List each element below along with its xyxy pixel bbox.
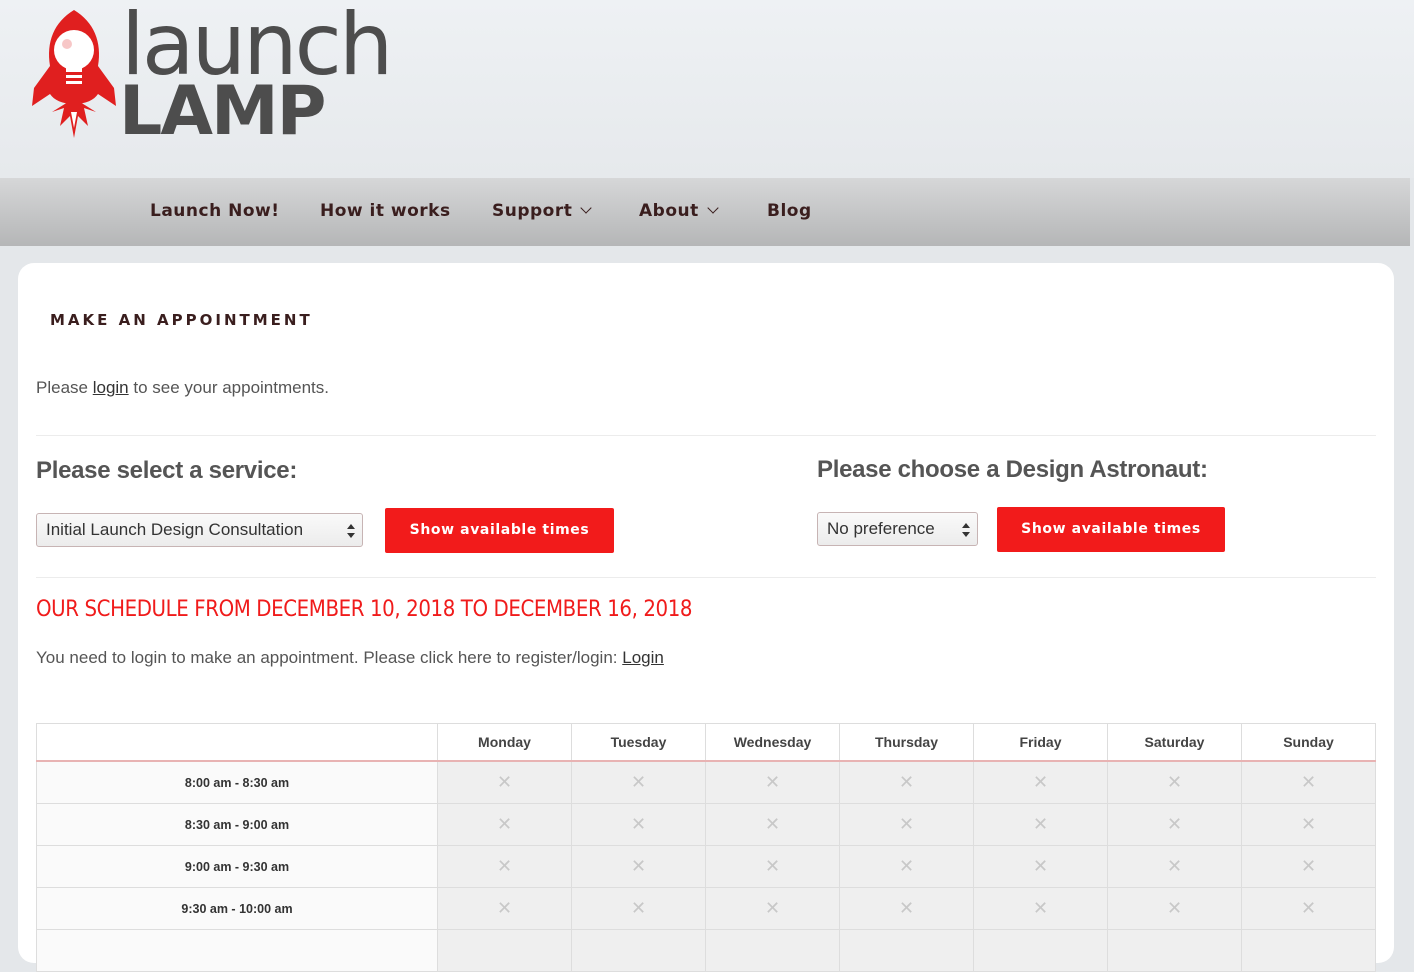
schedule-header-row: Monday Tuesday Wednesday Thursday Friday… [36, 723, 1376, 762]
astronaut-show-times-button[interactable]: Show available times [997, 507, 1225, 552]
day-header: Tuesday [571, 723, 706, 762]
unavailable-icon: ✕ [839, 760, 974, 804]
unavailable-icon: ✕ [1241, 803, 1376, 846]
schedule-login-text: You need to login to make an appointment… [36, 648, 618, 667]
slot-cell [839, 929, 974, 972]
launchlamp-logo[interactable]: launch LAMP [24, 2, 393, 151]
nav-label: About [639, 201, 699, 221]
time-slot-label: 9:00 am - 9:30 am [36, 845, 438, 888]
unavailable-icon: ✕ [437, 760, 572, 804]
unavailable-icon: ✕ [705, 845, 840, 888]
table-row: 8:30 am - 9:00 am ✕ ✕ ✕ ✕ ✕ ✕ ✕ [36, 803, 1376, 846]
astronaut-select-value: No preference [827, 519, 935, 538]
service-show-times-button[interactable]: Show available times [385, 508, 614, 553]
unavailable-icon: ✕ [437, 803, 572, 846]
slot-cell [705, 929, 840, 972]
table-row: 8:00 am - 8:30 am ✕ ✕ ✕ ✕ ✕ ✕ ✕ [36, 760, 1376, 804]
unavailable-icon: ✕ [705, 803, 840, 846]
nav-about[interactable]: About [639, 178, 719, 246]
nav-support[interactable]: Support [492, 178, 593, 246]
schedule-table: Monday Tuesday Wednesday Thursday Friday… [36, 723, 1376, 972]
schedule-title: OUR SCHEDULE FROM DECEMBER 10, 2018 TO D… [36, 597, 693, 622]
chevron-down-icon [707, 202, 719, 214]
day-header: Thursday [839, 723, 974, 762]
nav-label: Blog [767, 201, 812, 221]
unavailable-icon: ✕ [1241, 887, 1376, 930]
login-note-prefix: Please [36, 378, 88, 397]
divider [36, 435, 1376, 436]
table-row: 9:30 am - 10:00 am ✕ ✕ ✕ ✕ ✕ ✕ ✕ [36, 887, 1376, 930]
unavailable-icon: ✕ [571, 845, 706, 888]
rocket-bulb-icon [32, 10, 116, 138]
service-select[interactable]: Initial Launch Design Consultation [36, 513, 363, 547]
time-slot-label [36, 929, 438, 972]
time-slot-label: 8:00 am - 8:30 am [36, 760, 438, 804]
unavailable-icon: ✕ [1241, 760, 1376, 804]
schedule-login-link[interactable]: Login [622, 648, 664, 667]
unavailable-icon: ✕ [1107, 887, 1242, 930]
time-slot-label: 9:30 am - 10:00 am [36, 887, 438, 930]
logo-text-lamp: LAMP [119, 72, 326, 151]
unavailable-icon: ✕ [839, 845, 974, 888]
table-row: 9:00 am - 9:30 am ✕ ✕ ✕ ✕ ✕ ✕ ✕ [36, 845, 1376, 888]
unavailable-icon: ✕ [705, 887, 840, 930]
site-header: launch LAMP [0, 0, 1414, 178]
chevron-down-icon [580, 202, 593, 214]
astronaut-select[interactable]: No preference [817, 512, 978, 546]
main-nav: Launch Now! How it works Support About B… [0, 178, 1410, 246]
unavailable-icon: ✕ [437, 845, 572, 888]
nav-how-it-works[interactable]: How it works [320, 178, 451, 246]
unavailable-icon: ✕ [1107, 760, 1242, 804]
nav-launch-now[interactable]: Launch Now! [150, 178, 279, 246]
table-row [36, 929, 1376, 972]
unavailable-icon: ✕ [973, 845, 1108, 888]
unavailable-icon: ✕ [1107, 845, 1242, 888]
unavailable-icon: ✕ [973, 887, 1108, 930]
schedule-login-note: You need to login to make an appointment… [36, 648, 664, 668]
slot-cell [1241, 929, 1376, 972]
slot-cell [973, 929, 1108, 972]
unavailable-icon: ✕ [839, 803, 974, 846]
nav-label: Support [492, 201, 573, 221]
corner-cell [36, 723, 438, 762]
unavailable-icon: ✕ [973, 803, 1108, 846]
appointment-card: MAKE AN APPOINTMENT Please login to see … [18, 263, 1394, 972]
login-link[interactable]: login [93, 378, 129, 397]
slot-cell [437, 929, 572, 972]
unavailable-icon: ✕ [1241, 845, 1376, 888]
unavailable-icon: ✕ [705, 760, 840, 804]
day-header: Friday [973, 723, 1108, 762]
astronaut-heading: Please choose a Design Astronaut: [817, 456, 1208, 483]
day-header: Monday [437, 723, 572, 762]
unavailable-icon: ✕ [1107, 803, 1242, 846]
day-header: Wednesday [705, 723, 840, 762]
nav-blog[interactable]: Blog [767, 178, 812, 246]
login-note-suffix: to see your appointments. [133, 378, 329, 397]
day-header: Sunday [1241, 723, 1376, 762]
slot-cell [1107, 929, 1242, 972]
login-note: Please login to see your appointments. [36, 378, 329, 398]
nav-label: How it works [320, 201, 451, 221]
unavailable-icon: ✕ [437, 887, 572, 930]
unavailable-icon: ✕ [973, 760, 1108, 804]
unavailable-icon: ✕ [571, 803, 706, 846]
time-slot-label: 8:30 am - 9:00 am [36, 803, 438, 846]
unavailable-icon: ✕ [839, 887, 974, 930]
service-heading: Please select a service: [36, 457, 298, 484]
select-arrows-icon [347, 524, 355, 538]
unavailable-icon: ✕ [571, 760, 706, 804]
day-header: Saturday [1107, 723, 1242, 762]
section-title: MAKE AN APPOINTMENT [50, 311, 313, 329]
nav-label: Launch Now! [150, 201, 280, 221]
service-select-value: Initial Launch Design Consultation [46, 520, 304, 539]
select-arrows-icon [962, 523, 970, 537]
divider [36, 577, 1376, 578]
slot-cell [571, 929, 706, 972]
unavailable-icon: ✕ [571, 887, 706, 930]
